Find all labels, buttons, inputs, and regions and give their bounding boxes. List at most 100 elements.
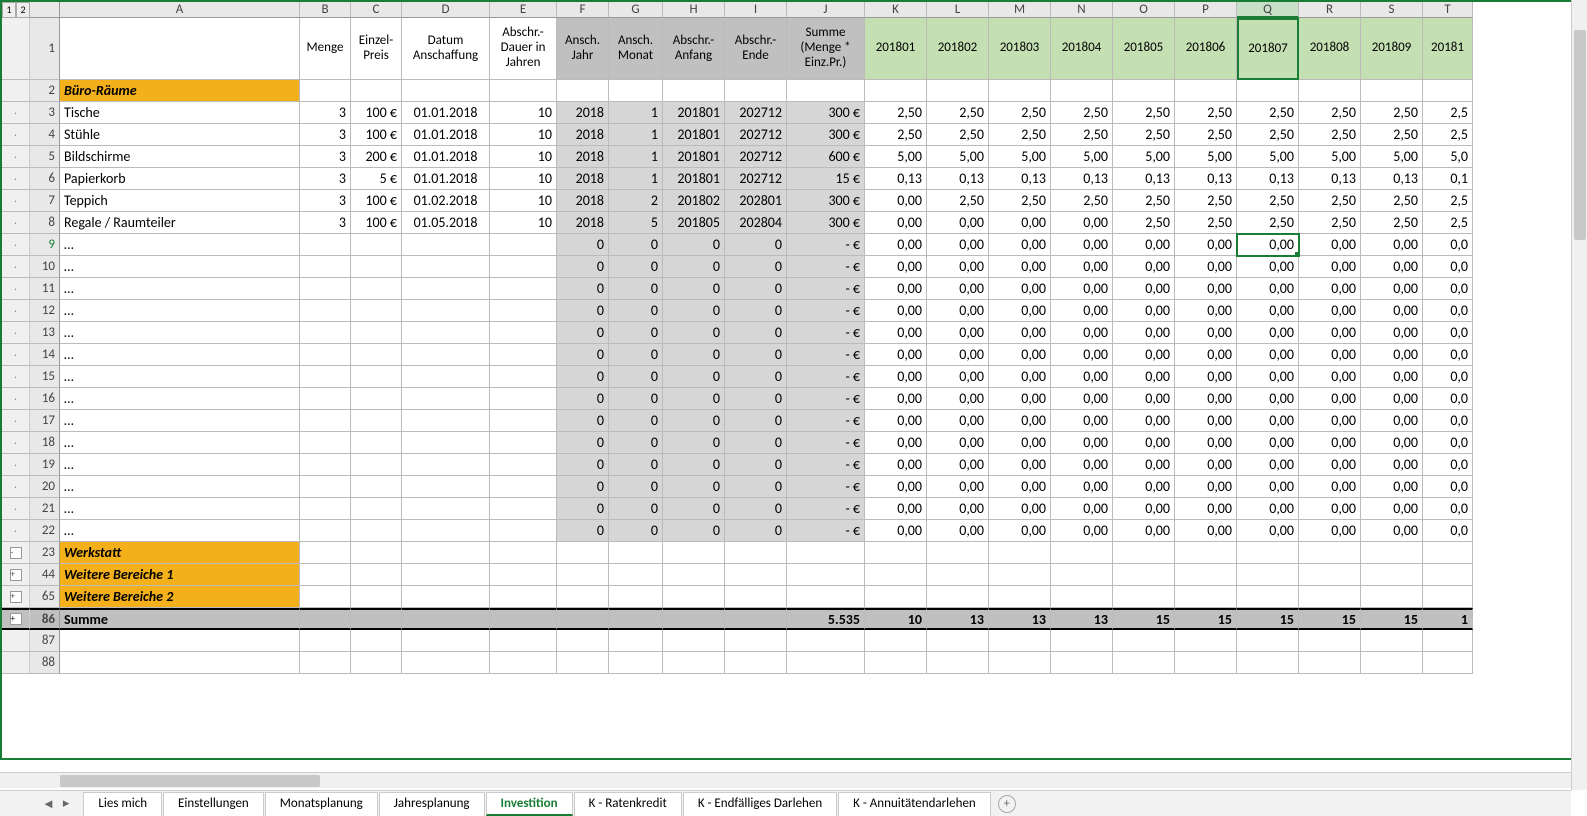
cell-Q88[interactable] (1237, 652, 1299, 674)
cell-C9[interactable] (351, 234, 402, 256)
cell-C10[interactable] (351, 256, 402, 278)
cell-D8[interactable]: 01.05.2018 (402, 212, 490, 234)
cell-D12[interactable] (402, 300, 490, 322)
cell-J21[interactable]: - € (787, 498, 865, 520)
cell-G18[interactable]: 0 (609, 432, 663, 454)
cell-I8[interactable]: 202804 (725, 212, 787, 234)
cell-H20[interactable]: 0 (663, 476, 725, 498)
cell-A9[interactable]: … (60, 234, 300, 256)
cell-A18[interactable]: … (60, 432, 300, 454)
row-header-13[interactable]: 13 (30, 322, 60, 344)
cell-R4[interactable]: 2,50 (1299, 124, 1361, 146)
cell-O16[interactable]: 0,00 (1113, 388, 1175, 410)
cell-A8[interactable]: Regale / Raumteiler (60, 212, 300, 234)
cell-Q16[interactable]: 0,00 (1237, 388, 1299, 410)
cell-M86[interactable]: 13 (989, 608, 1051, 630)
cell-S12[interactable]: 0,00 (1361, 300, 1423, 322)
cell-Q23[interactable] (1237, 542, 1299, 564)
cell-M14[interactable]: 0,00 (989, 344, 1051, 366)
cell-E19[interactable] (490, 454, 557, 476)
cell-T17[interactable]: 0,0 (1423, 410, 1473, 432)
cell-L22[interactable]: 0,00 (927, 520, 989, 542)
cell-O10[interactable]: 0,00 (1113, 256, 1175, 278)
header-cell-G[interactable]: Ansch. Monat (609, 18, 663, 80)
cell-D4[interactable]: 01.01.2018 (402, 124, 490, 146)
cell-M13[interactable]: 0,00 (989, 322, 1051, 344)
cell-S6[interactable]: 0,13 (1361, 168, 1423, 190)
cell-G10[interactable]: 0 (609, 256, 663, 278)
cell-B5[interactable]: 3 (300, 146, 351, 168)
header-cell-C[interactable]: Einzel-Preis (351, 18, 402, 80)
cell-E16[interactable] (490, 388, 557, 410)
cell-M3[interactable]: 2,50 (989, 102, 1051, 124)
cell-A13[interactable]: … (60, 322, 300, 344)
cell-M9[interactable]: 0,00 (989, 234, 1051, 256)
cell-N9[interactable]: 0,00 (1051, 234, 1113, 256)
cell-Q4[interactable]: 2,50 (1237, 124, 1299, 146)
cell-P8[interactable]: 2,50 (1175, 212, 1237, 234)
cell-E3[interactable]: 10 (490, 102, 557, 124)
cell-B12[interactable] (300, 300, 351, 322)
cell-G8[interactable]: 5 (609, 212, 663, 234)
cell-M17[interactable]: 0,00 (989, 410, 1051, 432)
tab-nav-first-icon[interactable]: ◄ (40, 796, 57, 812)
cell-N15[interactable]: 0,00 (1051, 366, 1113, 388)
cell-A21[interactable]: … (60, 498, 300, 520)
cell-S16[interactable]: 0,00 (1361, 388, 1423, 410)
cell-D15[interactable] (402, 366, 490, 388)
cell-K11[interactable]: 0,00 (865, 278, 927, 300)
cell-L10[interactable]: 0,00 (927, 256, 989, 278)
cell-P16[interactable]: 0,00 (1175, 388, 1237, 410)
cell-H4[interactable]: 201801 (663, 124, 725, 146)
cell-S4[interactable]: 2,50 (1361, 124, 1423, 146)
header-cell-A[interactable] (60, 18, 300, 80)
cell-L9[interactable]: 0,00 (927, 234, 989, 256)
col-header-N[interactable]: N (1051, 2, 1113, 18)
cell-K10[interactable]: 0,00 (865, 256, 927, 278)
header-cell-S[interactable]: 201809 (1361, 18, 1423, 80)
cell-O6[interactable]: 0,13 (1113, 168, 1175, 190)
row-header-14[interactable]: 14 (30, 344, 60, 366)
cell-N3[interactable]: 2,50 (1051, 102, 1113, 124)
cell-P20[interactable]: 0,00 (1175, 476, 1237, 498)
cell-N4[interactable]: 2,50 (1051, 124, 1113, 146)
cell-J20[interactable]: - € (787, 476, 865, 498)
cell-P10[interactable]: 0,00 (1175, 256, 1237, 278)
cell-G87[interactable] (609, 630, 663, 652)
cell-P22[interactable]: 0,00 (1175, 520, 1237, 542)
cell-P17[interactable]: 0,00 (1175, 410, 1237, 432)
cell-M65[interactable] (989, 586, 1051, 608)
cell-N6[interactable]: 0,13 (1051, 168, 1113, 190)
cell-T10[interactable]: 0,0 (1423, 256, 1473, 278)
row-header-7[interactable]: 7 (30, 190, 60, 212)
cell-K65[interactable] (865, 586, 927, 608)
cell-Q87[interactable] (1237, 630, 1299, 652)
row-header-11[interactable]: 11 (30, 278, 60, 300)
cell-Q13[interactable]: 0,00 (1237, 322, 1299, 344)
cell-E21[interactable] (490, 498, 557, 520)
cell-T6[interactable]: 0,1 (1423, 168, 1473, 190)
col-header-O[interactable]: O (1113, 2, 1175, 18)
cell-T11[interactable]: 0,0 (1423, 278, 1473, 300)
cell-J9[interactable]: - € (787, 234, 865, 256)
cell-L8[interactable]: 0,00 (927, 212, 989, 234)
row-header-86[interactable]: 86 (30, 608, 60, 630)
cell-R9[interactable]: 0,00 (1299, 234, 1361, 256)
cell-T21[interactable]: 0,0 (1423, 498, 1473, 520)
cell-T19[interactable]: 0,0 (1423, 454, 1473, 476)
cell-Q18[interactable]: 0,00 (1237, 432, 1299, 454)
sheet-tab-lies-mich[interactable]: Lies mich (83, 792, 162, 816)
cell-H8[interactable]: 201805 (663, 212, 725, 234)
cell-M15[interactable]: 0,00 (989, 366, 1051, 388)
cell-Q19[interactable]: 0,00 (1237, 454, 1299, 476)
cell-G4[interactable]: 1 (609, 124, 663, 146)
cell-D16[interactable] (402, 388, 490, 410)
cell-C65[interactable] (351, 586, 402, 608)
cell-B86[interactable] (300, 608, 351, 630)
row-header-4[interactable]: 4 (30, 124, 60, 146)
cell-O44[interactable] (1113, 564, 1175, 586)
sheet-tab-jahresplanung[interactable]: Jahresplanung (379, 792, 485, 816)
cell-C5[interactable]: 200 € (351, 146, 402, 168)
cell-D86[interactable] (402, 608, 490, 630)
cell-H5[interactable]: 201801 (663, 146, 725, 168)
